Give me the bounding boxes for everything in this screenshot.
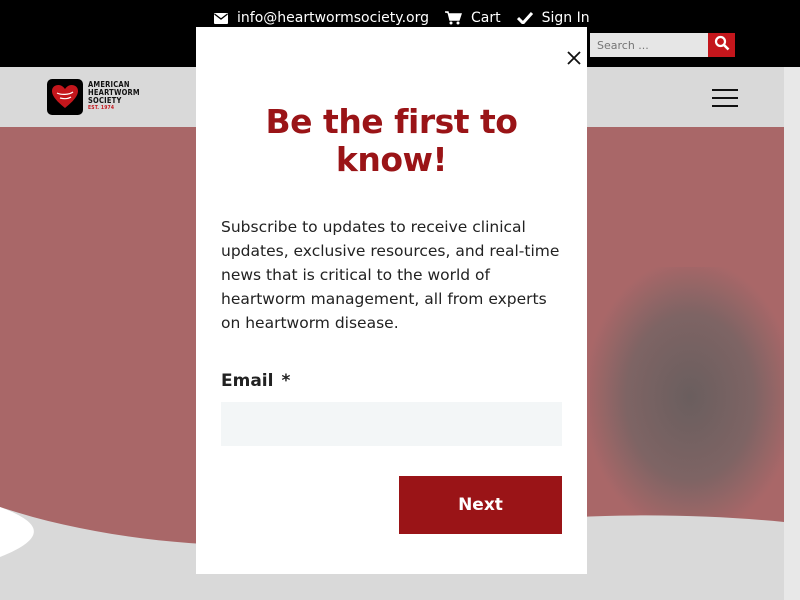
next-button[interactable]: Next xyxy=(399,476,562,534)
scrollbar[interactable] xyxy=(784,67,800,600)
email-link-text: info@heartwormsociety.org xyxy=(237,10,429,26)
modal-description: Subscribe to updates to receive clinical… xyxy=(221,218,560,332)
cart-link[interactable]: Cart xyxy=(444,10,501,26)
close-icon xyxy=(567,50,581,69)
sign-in-link-text: Sign In xyxy=(541,10,590,26)
checkmark-icon xyxy=(516,12,533,24)
cart-icon xyxy=(444,11,462,25)
logo-line-3: SOCIETY xyxy=(88,96,122,105)
email-label: Email * xyxy=(221,371,290,391)
logo-text: AMERICAN HEARTWORM SOCIETY EST. 1974 xyxy=(88,81,140,112)
heart-logo-icon xyxy=(47,79,83,115)
cart-link-text: Cart xyxy=(470,10,501,26)
top-links: info@heartwormsociety.org Cart Sign In xyxy=(214,10,606,26)
email-link[interactable]: info@heartwormsociety.org xyxy=(214,10,429,26)
logo-est: EST. 1974 xyxy=(88,105,115,111)
email-field[interactable] xyxy=(221,402,562,446)
site-logo[interactable]: AMERICAN HEARTWORM SOCIETY EST. 1974 xyxy=(47,79,140,115)
search-icon xyxy=(714,35,730,55)
search-input[interactable] xyxy=(590,33,708,57)
hamburger-icon[interactable] xyxy=(712,89,738,107)
envelope-icon xyxy=(214,12,228,24)
modal-title: Be the first to know! xyxy=(265,102,518,179)
close-button[interactable] xyxy=(566,50,582,69)
required-marker: * xyxy=(281,371,291,391)
sign-in-link[interactable]: Sign In xyxy=(516,10,590,26)
search-button[interactable] xyxy=(708,33,735,57)
search-form xyxy=(590,33,735,57)
email-label-text: Email xyxy=(221,371,274,391)
subscribe-modal: Be the first to know! Subscribe to updat… xyxy=(196,27,587,574)
